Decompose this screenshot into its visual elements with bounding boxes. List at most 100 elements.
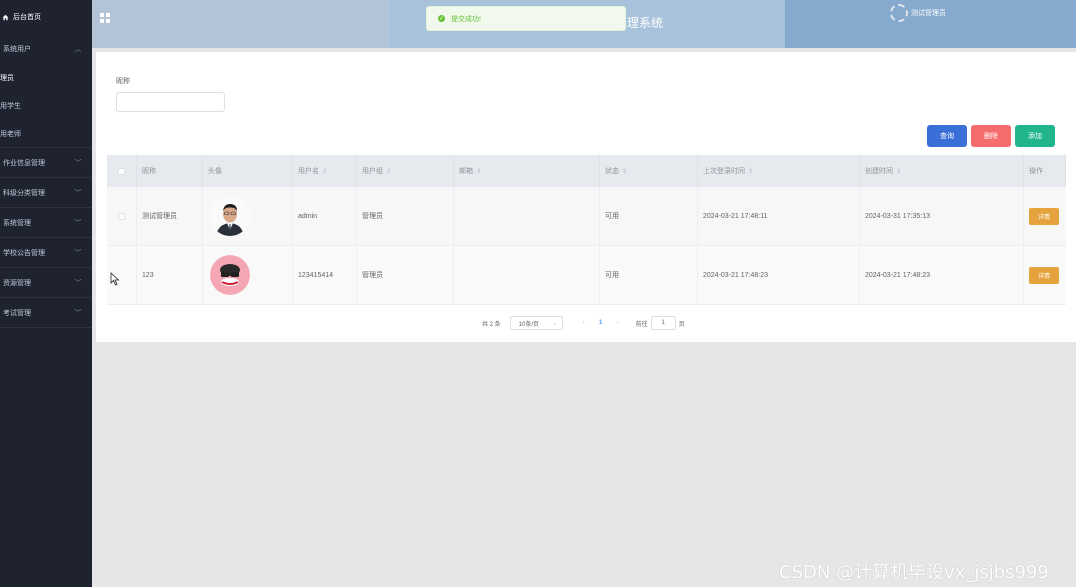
pagination: 共 2 条 10条/页 ⌄ ‹ 1 › 前往 1 页 bbox=[482, 316, 685, 330]
cell-email bbox=[454, 246, 600, 304]
sidebar: 后台首页 系统用户 ︿ 理员 用学生 用老师 作业信息管理 ﹀ 科级分类管理 ﹀… bbox=[0, 0, 92, 587]
loading-avatar-icon bbox=[890, 4, 908, 22]
users-table: 昵称 头像 用户名 ⇕ 用户组 ⇕ 邮箱 ⇕ 状态 ⇕ 上次登录时间 ⇕ 创建时间 ⇕ 操作… bbox=[107, 155, 1066, 305]
nickname-input[interactable] bbox=[116, 92, 225, 112]
sort-icon[interactable]: ⇕ bbox=[748, 168, 753, 175]
watermark-text: CSDN @计算机毕设vx_jsjbs999 bbox=[779, 562, 1049, 583]
sidebar-subitem-student[interactable]: 用学生 bbox=[0, 92, 92, 120]
cell-group: 管理员 bbox=[357, 246, 454, 304]
mouse-cursor-icon bbox=[110, 272, 120, 286]
prev-page-icon[interactable]: ‹ bbox=[578, 320, 590, 326]
cell-status: 可用 bbox=[600, 187, 698, 245]
avatar-monkey bbox=[210, 255, 250, 295]
sidebar-item-exam[interactable]: 考试管理 ﹀ bbox=[0, 298, 92, 328]
cell-actions: 详情 bbox=[1024, 187, 1066, 245]
sidebar-item-homework[interactable]: 作业信息管理 ﹀ bbox=[0, 148, 92, 178]
main-panel: 昵称 查询 删除 添加 昵称 头像 用户名 ⇕ 用户组 ⇕ 邮箱 ⇕ 状态 ⇕ 上次登录… bbox=[96, 52, 1076, 342]
sidebar-item-label: 学校公告管理 bbox=[3, 249, 45, 257]
query-button[interactable]: 查询 bbox=[927, 125, 967, 147]
header-status[interactable]: 状态 ⇕ bbox=[600, 155, 698, 187]
select-all-checkbox[interactable] bbox=[118, 167, 125, 175]
sort-icon[interactable]: ⇕ bbox=[476, 168, 481, 175]
sidebar-item-label: 资源管理 bbox=[3, 279, 31, 287]
header-email[interactable]: 邮箱 ⇕ bbox=[454, 155, 600, 187]
next-page-icon[interactable]: › bbox=[612, 320, 624, 326]
page-size-select[interactable]: 10条/页 ⌄ bbox=[509, 316, 563, 330]
sidebar-item-resource[interactable]: 资源管理 ﹀ bbox=[0, 268, 92, 298]
table-row: 123 123415414 管理员 可用 2024-03-21 17:48:23… bbox=[107, 246, 1066, 305]
goto-label: 前往 bbox=[635, 321, 648, 328]
sidebar-item-system[interactable]: 系统管理 ﹀ bbox=[0, 208, 92, 238]
sort-icon[interactable]: ⇕ bbox=[322, 168, 327, 175]
header-username[interactable]: 用户名 ⇕ bbox=[293, 155, 357, 187]
sidebar-item-system-users[interactable]: 系统用户 ︿ bbox=[0, 34, 92, 64]
sidebar-item-notice[interactable]: 学校公告管理 ﹀ bbox=[0, 238, 92, 268]
sidebar-item-label: 系统管理 bbox=[3, 219, 31, 227]
goto-suffix: 页 bbox=[678, 321, 685, 328]
avatar-businessman bbox=[210, 196, 250, 236]
header-left bbox=[92, 0, 389, 48]
header-nickname: 昵称 bbox=[137, 155, 203, 187]
cell-nickname: 123 bbox=[137, 246, 203, 304]
header-created[interactable]: 创建时间 ⇕ bbox=[860, 155, 1024, 187]
cell-last-login: 2024-03-21 17:48:23 bbox=[698, 246, 860, 304]
header-actions: 操作 bbox=[1024, 155, 1066, 187]
chevron-down-icon: ﹀ bbox=[74, 159, 82, 167]
sidebar-item-label: 考试管理 bbox=[3, 309, 31, 317]
sidebar-home-label: 后台首页 bbox=[13, 14, 41, 21]
chevron-up-icon: ︿ bbox=[74, 46, 82, 53]
cell-status: 可用 bbox=[600, 246, 698, 304]
chevron-down-icon: ⌄ bbox=[552, 320, 558, 327]
cell-avatar bbox=[203, 187, 293, 245]
sidebar-subitem-label: 理员 bbox=[0, 75, 14, 82]
goto-page: 前往 1 页 bbox=[636, 316, 685, 330]
sidebar-item-label: 科级分类管理 bbox=[3, 189, 45, 197]
header-last-login[interactable]: 上次登录时间 ⇕ bbox=[698, 155, 860, 187]
cell-created: 2024-03-21 17:48:23 bbox=[860, 246, 1024, 304]
detail-button[interactable]: 详情 bbox=[1029, 266, 1059, 284]
cell-nickname: 测试管理员 bbox=[137, 187, 203, 245]
sort-icon[interactable]: ⇕ bbox=[896, 168, 901, 175]
sidebar-item-label: 作业信息管理 bbox=[3, 159, 45, 167]
detail-button[interactable]: 详情 bbox=[1029, 207, 1059, 225]
cell-created: 2024-03-31 17:35:13 bbox=[860, 187, 1024, 245]
user-menu[interactable]: 测试管理员 bbox=[890, 4, 946, 22]
success-toast: ✓ 提交成功! bbox=[426, 6, 626, 31]
menu-grid-icon[interactable] bbox=[100, 13, 110, 23]
goto-page-input[interactable]: 1 bbox=[650, 316, 676, 330]
row-checkbox[interactable] bbox=[118, 212, 125, 220]
toast-message: 提交成功! bbox=[451, 15, 481, 23]
cell-username: 123415414 bbox=[293, 246, 357, 304]
nickname-label: 昵称 bbox=[116, 78, 130, 85]
chevron-down-icon: ﹀ bbox=[74, 189, 82, 197]
cell-avatar bbox=[203, 246, 293, 304]
chevron-down-icon: ﹀ bbox=[74, 219, 82, 227]
sidebar-item-label: 系统用户 bbox=[3, 46, 31, 53]
page-title: 理系统 bbox=[627, 16, 664, 30]
home-icon bbox=[2, 14, 9, 20]
cell-email bbox=[454, 187, 600, 245]
cell-group: 管理员 bbox=[357, 187, 454, 245]
sidebar-home[interactable]: 后台首页 bbox=[0, 0, 92, 34]
row-select-cell bbox=[107, 187, 137, 245]
user-name: 测试管理员 bbox=[911, 10, 946, 17]
table-row: 测试管理员 admin 管理员 可用 2024-03-21 17:48:11 2… bbox=[107, 187, 1066, 246]
delete-button[interactable]: 删除 bbox=[971, 125, 1011, 147]
check-circle-icon: ✓ bbox=[438, 15, 445, 22]
header-group[interactable]: 用户组 ⇕ bbox=[357, 155, 454, 187]
sidebar-subitem-label: 用老师 bbox=[0, 130, 21, 138]
header-avatar: 头像 bbox=[203, 155, 293, 187]
page-size-value: 10条/页 bbox=[518, 321, 540, 328]
sidebar-item-subject[interactable]: 科级分类管理 ﹀ bbox=[0, 178, 92, 208]
chevron-down-icon: ﹀ bbox=[74, 309, 82, 317]
sidebar-subitem-teacher[interactable]: 用老师 bbox=[0, 120, 92, 148]
sidebar-subitem-admin[interactable]: 理员 bbox=[0, 64, 92, 92]
sort-icon[interactable]: ⇕ bbox=[386, 168, 391, 175]
sort-icon[interactable]: ⇕ bbox=[622, 168, 627, 175]
add-button[interactable]: 添加 bbox=[1015, 125, 1055, 147]
chevron-down-icon: ﹀ bbox=[74, 279, 82, 287]
sidebar-subitem-label: 用学生 bbox=[0, 103, 21, 110]
cell-username: admin bbox=[293, 187, 357, 245]
select-all-cell bbox=[107, 155, 137, 187]
page-number[interactable]: 1 bbox=[594, 320, 608, 326]
